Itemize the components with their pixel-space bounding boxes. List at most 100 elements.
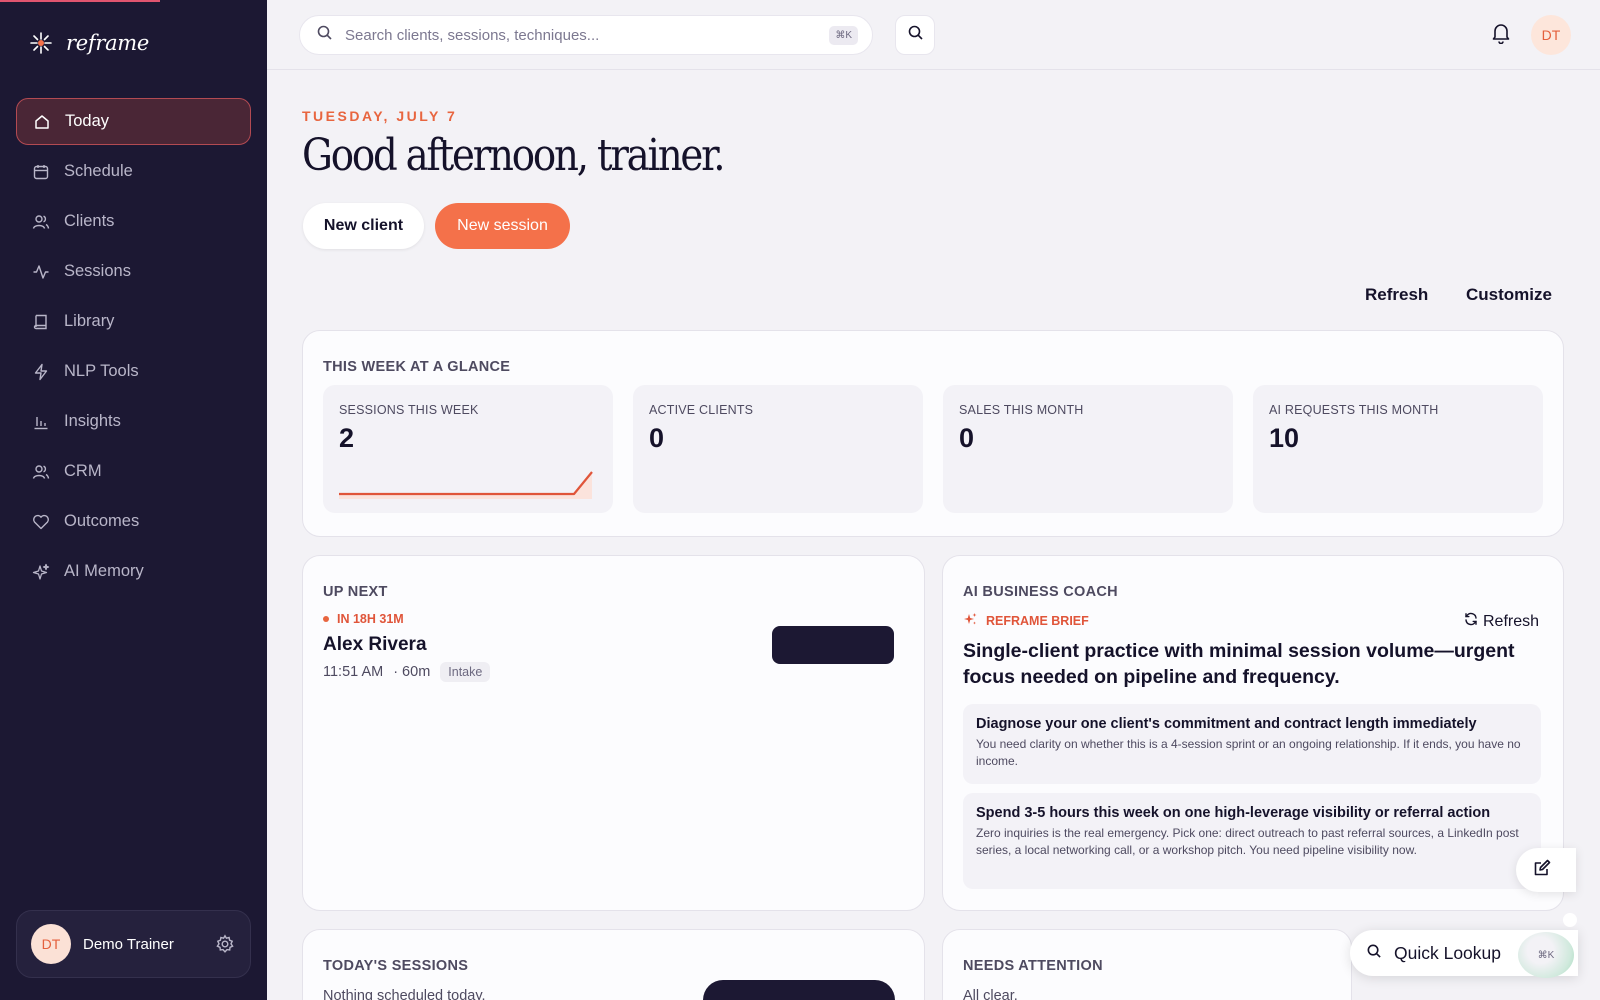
recommendation-item[interactable]: Diagnose your one client's commitment an… xyxy=(963,704,1541,784)
sidebar: reframe Today Schedule Clients Sessions … xyxy=(0,0,267,1000)
sidebar-item-label: NLP Tools xyxy=(64,362,139,380)
brief-label: REFRAME BRIEF xyxy=(963,612,1089,630)
sidebar-nav: Today Schedule Clients Sessions Library … xyxy=(16,98,251,598)
sidebar-item-label: Library xyxy=(64,312,115,330)
gear-icon[interactable] xyxy=(214,933,236,955)
needs-attention-card: NEEDS ATTENTION All clear. xyxy=(942,929,1352,1000)
refresh-icon xyxy=(1464,612,1478,631)
stat-value: 10 xyxy=(1269,423,1300,453)
brief-label-text: REFRAME BRIEF xyxy=(986,614,1089,628)
sidebar-item-outcomes[interactable]: Outcomes xyxy=(16,498,251,545)
card-title: TODAY'S SESSIONS xyxy=(323,958,469,974)
search-bar[interactable]: ⌘K xyxy=(299,15,873,55)
notifications-button[interactable] xyxy=(1488,22,1514,48)
user-card[interactable]: DT Demo Trainer xyxy=(16,910,251,978)
todays-sessions-card: TODAY'S SESSIONS Nothing scheduled today… xyxy=(302,929,925,1000)
sessions-sparkline xyxy=(339,471,593,499)
heart-icon xyxy=(32,513,50,531)
stat-ai-requests[interactable]: AI REQUESTS THIS MONTH 10 xyxy=(1253,385,1543,513)
home-icon xyxy=(33,113,51,131)
sidebar-item-schedule[interactable]: Schedule xyxy=(16,148,251,195)
quick-lookup-shortcut: ⌘K xyxy=(1537,949,1555,961)
empty-state: Nothing scheduled today. xyxy=(323,988,486,1000)
recommendation-title: Spend 3-5 hours this week on one high-le… xyxy=(976,805,1491,821)
topbar: ⌘K DT xyxy=(267,0,1600,70)
logo-icon xyxy=(28,30,54,56)
countdown-label: IN 18H 31M xyxy=(337,612,404,626)
user-name: Demo Trainer xyxy=(83,935,174,953)
quick-lookup-orb[interactable]: ⌘K xyxy=(1518,932,1574,978)
sidebar-item-label: Outcomes xyxy=(64,512,140,530)
session-duration: · 60m xyxy=(393,664,431,680)
quick-lookup-label: Quick Lookup xyxy=(1394,942,1502,963)
ai-coach-card: AI BUSINESS COACH REFRAME BRIEF Refresh … xyxy=(942,555,1564,911)
page-date: TUESDAY, JULY 7 xyxy=(302,108,458,124)
empty-state: All clear. xyxy=(963,988,1018,1000)
compose-button[interactable] xyxy=(1516,848,1576,892)
recommendation-body: Zero inquiries is the real emergency. Pi… xyxy=(976,826,1519,857)
sidebar-item-library[interactable]: Library xyxy=(16,298,251,345)
up-next-card: UP NEXT IN 18H 31M Alex Rivera 11:51 AM … xyxy=(302,555,925,911)
status-dot xyxy=(323,616,329,622)
users-icon xyxy=(32,213,50,231)
sidebar-item-label: Insights xyxy=(64,412,121,430)
session-time: 11:51 AM xyxy=(323,664,384,680)
stat-value: 0 xyxy=(959,423,975,453)
sidebar-item-clients[interactable]: Clients xyxy=(16,198,251,245)
refresh-button[interactable]: Refresh xyxy=(1365,285,1428,305)
stat-active-clients[interactable]: ACTIVE CLIENTS 0 xyxy=(633,385,923,513)
activity-icon xyxy=(32,263,50,281)
stat-label: AI REQUESTS THIS MONTH xyxy=(1269,403,1439,417)
floating-toolbar[interactable] xyxy=(703,980,895,1000)
edit-icon xyxy=(1532,858,1552,883)
session-type-badge: Intake xyxy=(440,662,491,682)
brand-name: reframe xyxy=(66,31,150,55)
avatar: DT xyxy=(31,924,71,964)
stat-label: SALES THIS MONTH xyxy=(959,403,1084,417)
recommendation-title: Diagnose your one client's commitment an… xyxy=(976,716,1477,732)
sidebar-item-nlp-tools[interactable]: NLP Tools xyxy=(16,348,251,395)
coach-headline: Single-client practice with minimal sess… xyxy=(963,640,1515,688)
new-client-button[interactable]: New client xyxy=(303,203,424,249)
start-session-button[interactable] xyxy=(772,626,894,664)
brand[interactable]: reframe xyxy=(28,30,149,56)
search-input[interactable] xyxy=(345,26,818,44)
shortcut-badge: ⌘K xyxy=(829,25,858,45)
sparkles-icon xyxy=(32,563,50,581)
sidebar-item-label: AI Memory xyxy=(64,562,144,580)
customize-button[interactable]: Customize xyxy=(1466,285,1552,305)
search-icon xyxy=(1366,943,1382,964)
glance-card: THIS WEEK AT A GLANCE SESSIONS THIS WEEK… xyxy=(302,330,1564,537)
client-name[interactable]: Alex Rivera xyxy=(323,634,427,656)
search-icon xyxy=(907,24,924,46)
avatar[interactable]: DT xyxy=(1531,15,1571,55)
search-button[interactable] xyxy=(895,15,935,55)
card-title: NEEDS ATTENTION xyxy=(963,958,1103,974)
countdown: IN 18H 31M xyxy=(323,612,404,626)
sidebar-item-label: Schedule xyxy=(64,162,133,180)
stat-value: 0 xyxy=(649,423,665,453)
recommendation-item[interactable]: Spend 3-5 hours this week on one high-le… xyxy=(963,793,1541,889)
bolt-icon xyxy=(32,363,50,381)
sidebar-item-insights[interactable]: Insights xyxy=(16,398,251,445)
session-meta: 11:51 AM · 60m Intake xyxy=(323,662,491,682)
card-title: THIS WEEK AT A GLANCE xyxy=(323,359,511,375)
sidebar-accent-line xyxy=(0,0,160,2)
book-icon xyxy=(32,313,50,331)
calendar-icon xyxy=(32,163,50,181)
card-title: UP NEXT xyxy=(323,584,388,600)
sidebar-item-today[interactable]: Today xyxy=(16,98,251,145)
sidebar-item-crm[interactable]: CRM xyxy=(16,448,251,495)
coach-refresh-label: Refresh xyxy=(1483,612,1540,630)
status-indicator xyxy=(1563,913,1577,927)
sidebar-item-ai-memory[interactable]: AI Memory xyxy=(16,548,251,595)
users-icon xyxy=(32,463,50,481)
coach-refresh-button[interactable]: Refresh xyxy=(1464,612,1539,631)
stat-sales-this-month[interactable]: SALES THIS MONTH 0 xyxy=(943,385,1233,513)
stat-sessions-this-week[interactable]: SESSIONS THIS WEEK 2 xyxy=(323,385,613,513)
new-session-button[interactable]: New session xyxy=(435,203,570,249)
sidebar-item-label: CRM xyxy=(64,462,102,480)
card-title: AI BUSINESS COACH xyxy=(963,584,1118,600)
bar-chart-icon xyxy=(32,413,50,431)
sidebar-item-sessions[interactable]: Sessions xyxy=(16,248,251,295)
